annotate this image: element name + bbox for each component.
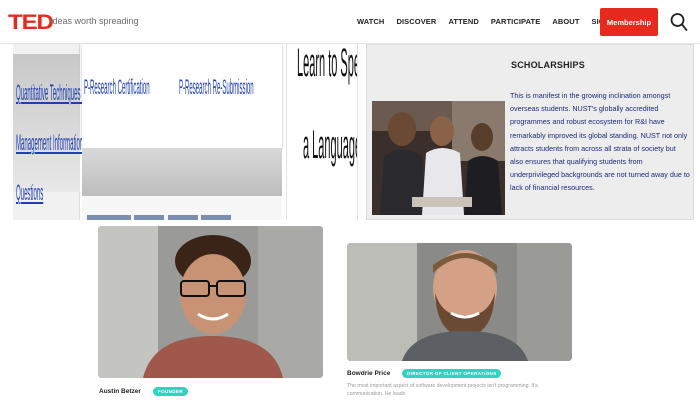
- language-headline-2: a Language: [303, 124, 358, 168]
- founder-badge: FOUNDER: [153, 387, 188, 396]
- students-photo-illustration: [372, 101, 505, 215]
- main-nav: WATCH DISCOVER ATTEND PARTICIPATE ABOUT …: [357, 17, 632, 26]
- research-link-certification[interactable]: P-Research Certification: [84, 77, 150, 100]
- bowdrie-portrait: [347, 243, 572, 361]
- nav-about[interactable]: ABOUT: [552, 17, 579, 26]
- ted-logo[interactable]: TED: [8, 11, 54, 35]
- tab-bar[interactable]: [168, 215, 198, 220]
- students-photo: [372, 101, 505, 215]
- grey-band: [82, 148, 282, 196]
- nav-discover[interactable]: DISCOVER: [396, 17, 436, 26]
- tab-bar[interactable]: [87, 215, 131, 220]
- director-badge: DIRECTOR OF CLIENT OPERATIONS: [402, 369, 502, 378]
- site-header: TED Ideas worth spreading WATCH DISCOVER…: [0, 0, 700, 44]
- tab-bar[interactable]: [201, 215, 231, 220]
- course-link-management[interactable]: Management Information: [16, 132, 83, 156]
- panel-shade: [13, 54, 80, 192]
- scholarships-title: SCHOLARSHIPS: [511, 60, 585, 70]
- research-card: P-Research Certification P-Research Re-S…: [82, 44, 282, 148]
- austin-portrait: [98, 226, 323, 378]
- course-list-panel: Quantitative Techniques for Management I…: [13, 44, 89, 220]
- research-link-resubmission[interactable]: P-Research Re-Submission: [179, 77, 254, 100]
- bowdrie-photo: [347, 243, 572, 361]
- bowdrie-bio: The most important aspect of software de…: [347, 383, 538, 397]
- tab-bar[interactable]: [134, 215, 164, 220]
- scholarships-card: SCHOLARSHIPS This is manifest in the gro…: [366, 44, 694, 220]
- team-section: Austin Betzer FOUNDER Bowdrie Price DIRE…: [85, 221, 627, 400]
- nav-watch[interactable]: WATCH: [357, 17, 384, 26]
- tagline: Ideas worth spreading: [50, 16, 139, 26]
- austin-photo: [98, 226, 323, 378]
- nav-attend[interactable]: ATTEND: [448, 17, 478, 26]
- membership-button[interactable]: Membership: [600, 8, 658, 36]
- research-panel: P-Research Certification P-Research Re-S…: [82, 44, 282, 220]
- austin-name: Austin Betzer: [99, 388, 141, 395]
- language-headline-1: Learn to Speak: [297, 44, 357, 86]
- search-icon[interactable]: [670, 12, 688, 32]
- nav-participate[interactable]: PARTICIPATE: [491, 17, 540, 26]
- language-promo[interactable]: Learn to Speak a Language: [286, 44, 358, 220]
- bowdrie-name: Bowdrie Price: [347, 370, 391, 377]
- course-link-questions[interactable]: Questions: [16, 182, 43, 206]
- course-link-quantitative[interactable]: Quantitative Techniques for: [16, 82, 89, 106]
- scholarships-body: This is manifest in the growing inclinat…: [510, 91, 690, 193]
